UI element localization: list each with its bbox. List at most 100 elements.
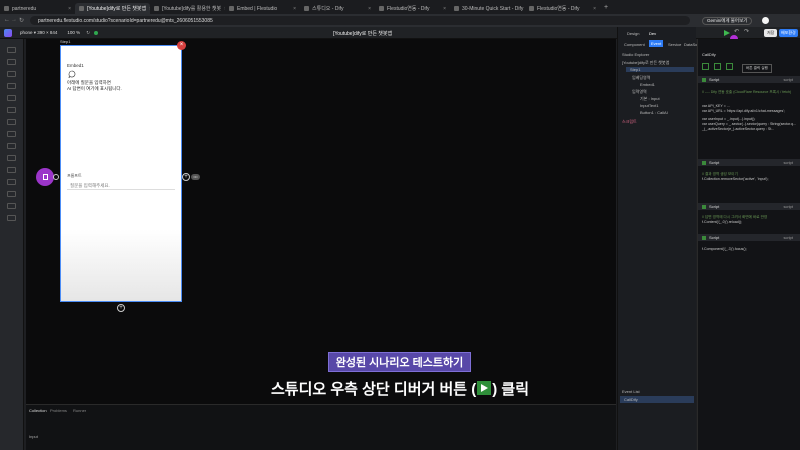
tab-service[interactable]: Service	[668, 42, 681, 47]
tab-icon[interactable]	[7, 155, 16, 161]
caption-title-text: 완성된 시나리오 테스트하기	[335, 357, 464, 369]
script-toggle[interactable]: script	[783, 204, 793, 209]
redo-icon[interactable]: ↷	[744, 28, 749, 35]
tree-item[interactable]: 입력영역	[632, 89, 647, 95]
toolbar-icon[interactable]	[714, 63, 721, 70]
code-line[interactable]: var API_URL = 'https://api.dify.ai/v1/ch…	[702, 109, 785, 113]
explorer-title: Studio Explorer	[622, 52, 650, 57]
avatar[interactable]	[762, 17, 770, 24]
close-icon[interactable]: ×	[293, 6, 296, 12]
more-icon[interactable]: •••	[191, 174, 200, 180]
browser-tab[interactable]: Embed | Flestudio ×	[225, 3, 300, 14]
link-icon[interactable]	[7, 215, 16, 221]
close-icon[interactable]: ×	[593, 6, 596, 12]
script-block-header[interactable]: Script script	[698, 159, 800, 166]
toolbar-icon[interactable]	[702, 63, 709, 70]
text-icon[interactable]	[7, 59, 16, 65]
tree-item[interactable]: InputText1	[640, 103, 658, 108]
chart-icon[interactable]	[7, 143, 16, 149]
script-toggle[interactable]: script	[783, 77, 793, 82]
browser-tab[interactable]: 30-Minute Quick Start - Dify×	[450, 3, 525, 14]
tab-problems[interactable]: Problems	[50, 408, 67, 413]
device-select[interactable]: phone ▾ 390 × 844	[20, 30, 57, 36]
connector-icon[interactable]	[53, 174, 59, 180]
save-button[interactable]: 저장	[764, 29, 778, 37]
code-line[interactable]: f.Component('(_.3)').focus();	[702, 247, 747, 251]
map-icon[interactable]	[7, 179, 16, 185]
undo-icon[interactable]: ↶	[734, 28, 739, 35]
tab-label: 30-Minute Quick Start - Dify	[462, 5, 524, 12]
url-input[interactable]: partneredu.flestudio.com/studio?scenario…	[30, 16, 690, 25]
collection-item[interactable]: Input	[29, 434, 38, 439]
tree-item-step1[interactable]: Step1	[626, 67, 694, 72]
tab-label: 스튜디오 - Dify	[312, 6, 344, 12]
browser-tab[interactable]: Flestudio연동 - Dify ×	[375, 3, 450, 14]
close-frame-icon[interactable]: ×	[177, 41, 186, 50]
browser-tab[interactable]: Flestudio연동 - Dify ×	[525, 3, 600, 14]
code-line[interactable]: f.Content('(_.0)').reload();	[702, 220, 742, 224]
deploy-button[interactable]: 배포환경	[779, 29, 798, 37]
toolbar-icon[interactable]	[726, 63, 733, 70]
status-dot-icon	[93, 30, 98, 35]
layout-icon[interactable]	[7, 203, 16, 209]
trigger-select[interactable]: 버튼 클릭 실행	[742, 64, 772, 73]
script-toggle[interactable]: script	[783, 235, 793, 240]
tab-runner[interactable]: Runner	[73, 408, 86, 413]
embed-icon[interactable]	[7, 191, 16, 197]
browser-tab[interactable]: 스튜디오 - Dify ×	[300, 3, 375, 14]
tab-collection[interactable]: Collection	[29, 408, 47, 413]
code-line[interactable]: f.Collection.removeSector('active', 'inp…	[702, 177, 768, 181]
table-icon[interactable]	[7, 131, 16, 137]
add-right-icon[interactable]: +	[182, 173, 190, 181]
back-icon[interactable]: ←	[4, 17, 10, 23]
script-block-header[interactable]: Script script	[698, 76, 800, 83]
favicon-icon	[4, 6, 9, 11]
tab-event[interactable]: Event	[649, 40, 664, 47]
script-toggle[interactable]: script	[783, 160, 793, 165]
tree-item[interactable]: 임베딩영역	[632, 75, 650, 81]
tree-item-script[interactable]: 스크립트	[622, 119, 637, 125]
script-block-header[interactable]: Script script	[698, 234, 800, 241]
new-tab-icon[interactable]: +	[604, 4, 608, 11]
code-line[interactable]: // ---- Dify 연동 호출 (CloudFlare Resource …	[702, 90, 791, 95]
browser-tab[interactable]: partneredu ×	[0, 3, 75, 14]
forward-icon[interactable]: →	[11, 17, 17, 23]
script-header-label: Script	[709, 160, 720, 165]
button-icon[interactable]	[7, 83, 16, 89]
code-line[interactable]: _(_.activeSector(e_).activeSector.query …	[702, 127, 774, 131]
debugger-play-button[interactable]	[724, 30, 730, 36]
component-icon[interactable]	[7, 47, 16, 53]
tree-item[interactable]: 기본 : Input	[640, 96, 660, 102]
browser-tab[interactable]: [Youtube]dify를 활용한 챗봇×	[150, 3, 225, 14]
browser-tab[interactable]: [Youtube]dify로 만든 챗봇앱×	[75, 3, 150, 14]
tab-dev[interactable]: Dev	[649, 31, 656, 36]
video-icon[interactable]	[7, 167, 16, 173]
code-line[interactable]: var userInput = _.input(...).input();	[702, 117, 755, 121]
close-icon[interactable]: ×	[368, 6, 371, 12]
tab-label: [Youtube]dify를 활용한 챗봇	[162, 6, 222, 12]
code-line[interactable]: var userQuery = _.sector(..).sector(quer…	[702, 122, 796, 126]
code-line[interactable]: var API_KEY = ...	[702, 104, 730, 108]
script-block-header[interactable]: Script script	[698, 203, 800, 210]
refresh-icon[interactable]: ↻	[86, 30, 90, 36]
zoom-select[interactable]: 100 %	[67, 30, 80, 35]
tree-root[interactable]: [Youtube]dify로 만든 챗봇앱	[622, 60, 669, 66]
tab-component[interactable]: Component	[624, 42, 645, 47]
list-icon[interactable]	[7, 107, 16, 113]
prompt-input[interactable]	[67, 181, 175, 190]
gemini-button[interactable]: Gemini에게 물어보기	[702, 16, 753, 25]
tab-design[interactable]: Design	[627, 31, 639, 36]
add-bottom-icon[interactable]: +	[117, 304, 125, 312]
gemini-label: Gemini에게 물어보기	[707, 17, 748, 23]
tree-item[interactable]: Button1 : CallAI	[640, 110, 668, 115]
close-icon[interactable]: ×	[443, 6, 446, 12]
phone-frame[interactable]: Embed1 아래에 질문을 입력하면 AI 답변이 여기에 표시됩니다. 프롬…	[60, 45, 182, 302]
event-item[interactable]: CallDify	[620, 396, 694, 403]
reload-icon[interactable]: ↻	[19, 17, 24, 24]
studio-logo-icon	[4, 28, 12, 37]
grid-icon[interactable]	[7, 119, 16, 125]
image-icon[interactable]	[7, 71, 16, 77]
close-icon[interactable]: ×	[68, 6, 71, 12]
input-icon[interactable]	[7, 95, 16, 101]
tree-item[interactable]: Embed1	[640, 82, 655, 87]
